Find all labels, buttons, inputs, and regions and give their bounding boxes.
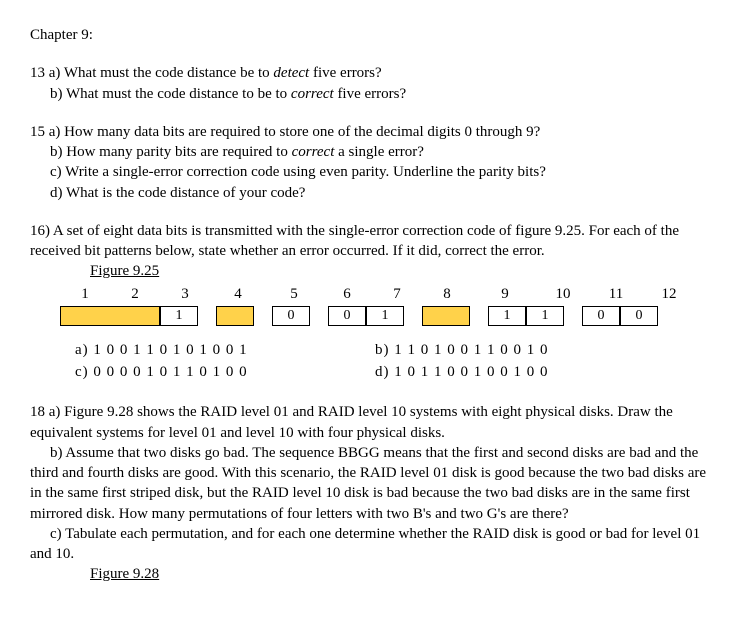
q15-b-pre: b) How many parity bits are required to <box>50 144 292 160</box>
question-16: 16) A set of eight data bits is transmit… <box>30 221 720 385</box>
chapter-heading: Chapter 9: <box>30 25 720 45</box>
question-13: 13 a) What must the code distance be to … <box>30 63 720 104</box>
bit-cell: 0 <box>272 306 310 326</box>
q13-a-post: five errors? <box>309 65 381 81</box>
bit-header: 12 <box>644 284 694 306</box>
q16-options: a) 1 0 0 1 1 0 1 0 1 0 0 1 c) 0 0 0 0 1 … <box>30 340 720 385</box>
q16-opt-d: d) 1 0 1 1 0 0 1 0 0 1 0 0 <box>375 362 675 382</box>
bit-header: 8 <box>422 284 472 306</box>
q16-opt-c: c) 0 0 0 0 1 0 1 1 0 1 0 0 <box>75 362 375 382</box>
bit-header: 9 <box>472 284 538 306</box>
bit-header: 11 <box>588 284 644 306</box>
bit-cell: 0 <box>582 306 620 326</box>
bit-cell: 1 <box>488 306 526 326</box>
question-18: 18 a) Figure 9.28 shows the RAID level 0… <box>30 402 720 584</box>
bit-header: 10 <box>538 284 588 306</box>
bit-cell: 1 <box>366 306 404 326</box>
question-15: 15 a) How many data bits are required to… <box>30 122 720 203</box>
figure-9-28-label: Figure 9.28 <box>90 566 159 582</box>
q13-b-post: five errors? <box>334 86 406 102</box>
q13-a: 13 a) What must the code distance be to … <box>30 63 720 83</box>
q18-b: b) Assume that two disks go bad. The seq… <box>30 443 720 524</box>
bit-cell <box>216 306 254 326</box>
q16-intro: 16) A set of eight data bits is transmit… <box>30 221 720 262</box>
q13-a-pre: 13 a) What must the code distance be to <box>30 65 273 81</box>
q13-a-em: detect <box>273 65 309 81</box>
q18-a: 18 a) Figure 9.28 shows the RAID level 0… <box>30 402 720 443</box>
q15-b: b) How many parity bits are required to … <box>30 142 720 162</box>
bit-header: 3 <box>160 284 210 306</box>
bit-header: 7 <box>372 284 422 306</box>
bit-header: 6 <box>322 284 372 306</box>
bit-cell <box>60 306 160 326</box>
figure-9-25-label: Figure 9.25 <box>90 263 159 279</box>
q16-options-left: a) 1 0 0 1 1 0 1 0 1 0 0 1 c) 0 0 0 0 1 … <box>75 340 375 385</box>
bit-cell: 1 <box>160 306 198 326</box>
bit-header: 4 <box>210 284 266 306</box>
bit-cell: 0 <box>328 306 366 326</box>
q16-options-right: b) 1 1 0 1 0 0 1 1 0 0 1 0 d) 1 0 1 1 0 … <box>375 340 675 385</box>
figure-9-25-table: 1 2 3 4 5 6 7 8 9 10 11 12 1 0 0 1 1 <box>30 284 720 326</box>
q16-opt-b: b) 1 1 0 1 0 0 1 1 0 0 1 0 <box>375 340 675 360</box>
q13-b-em: correct <box>291 86 334 102</box>
q18-c: c) Tabulate each permutation, and for ea… <box>30 524 720 565</box>
q15-a: 15 a) How many data bits are required to… <box>30 122 720 142</box>
bit-header: 5 <box>266 284 322 306</box>
bit-cell: 1 <box>526 306 564 326</box>
bit-value-row: 1 0 0 1 1 1 0 0 <box>60 306 720 326</box>
q15-b-post: a single error? <box>334 144 424 160</box>
q15-c: c) Write a single-error correction code … <box>30 162 720 182</box>
bit-header: 2 <box>110 284 160 306</box>
bit-cell <box>422 306 470 326</box>
q13-b: b) What must the code distance to be to … <box>30 84 720 104</box>
q13-b-pre: b) What must the code distance to be to <box>50 86 291 102</box>
bit-cell: 0 <box>620 306 658 326</box>
q16-opt-a: a) 1 0 0 1 1 0 1 0 1 0 0 1 <box>75 340 375 360</box>
q15-d: d) What is the code distance of your cod… <box>30 183 720 203</box>
bit-header-row: 1 2 3 4 5 6 7 8 9 10 11 12 <box>60 284 720 306</box>
q15-b-em: correct <box>292 144 335 160</box>
bit-header: 1 <box>60 284 110 306</box>
